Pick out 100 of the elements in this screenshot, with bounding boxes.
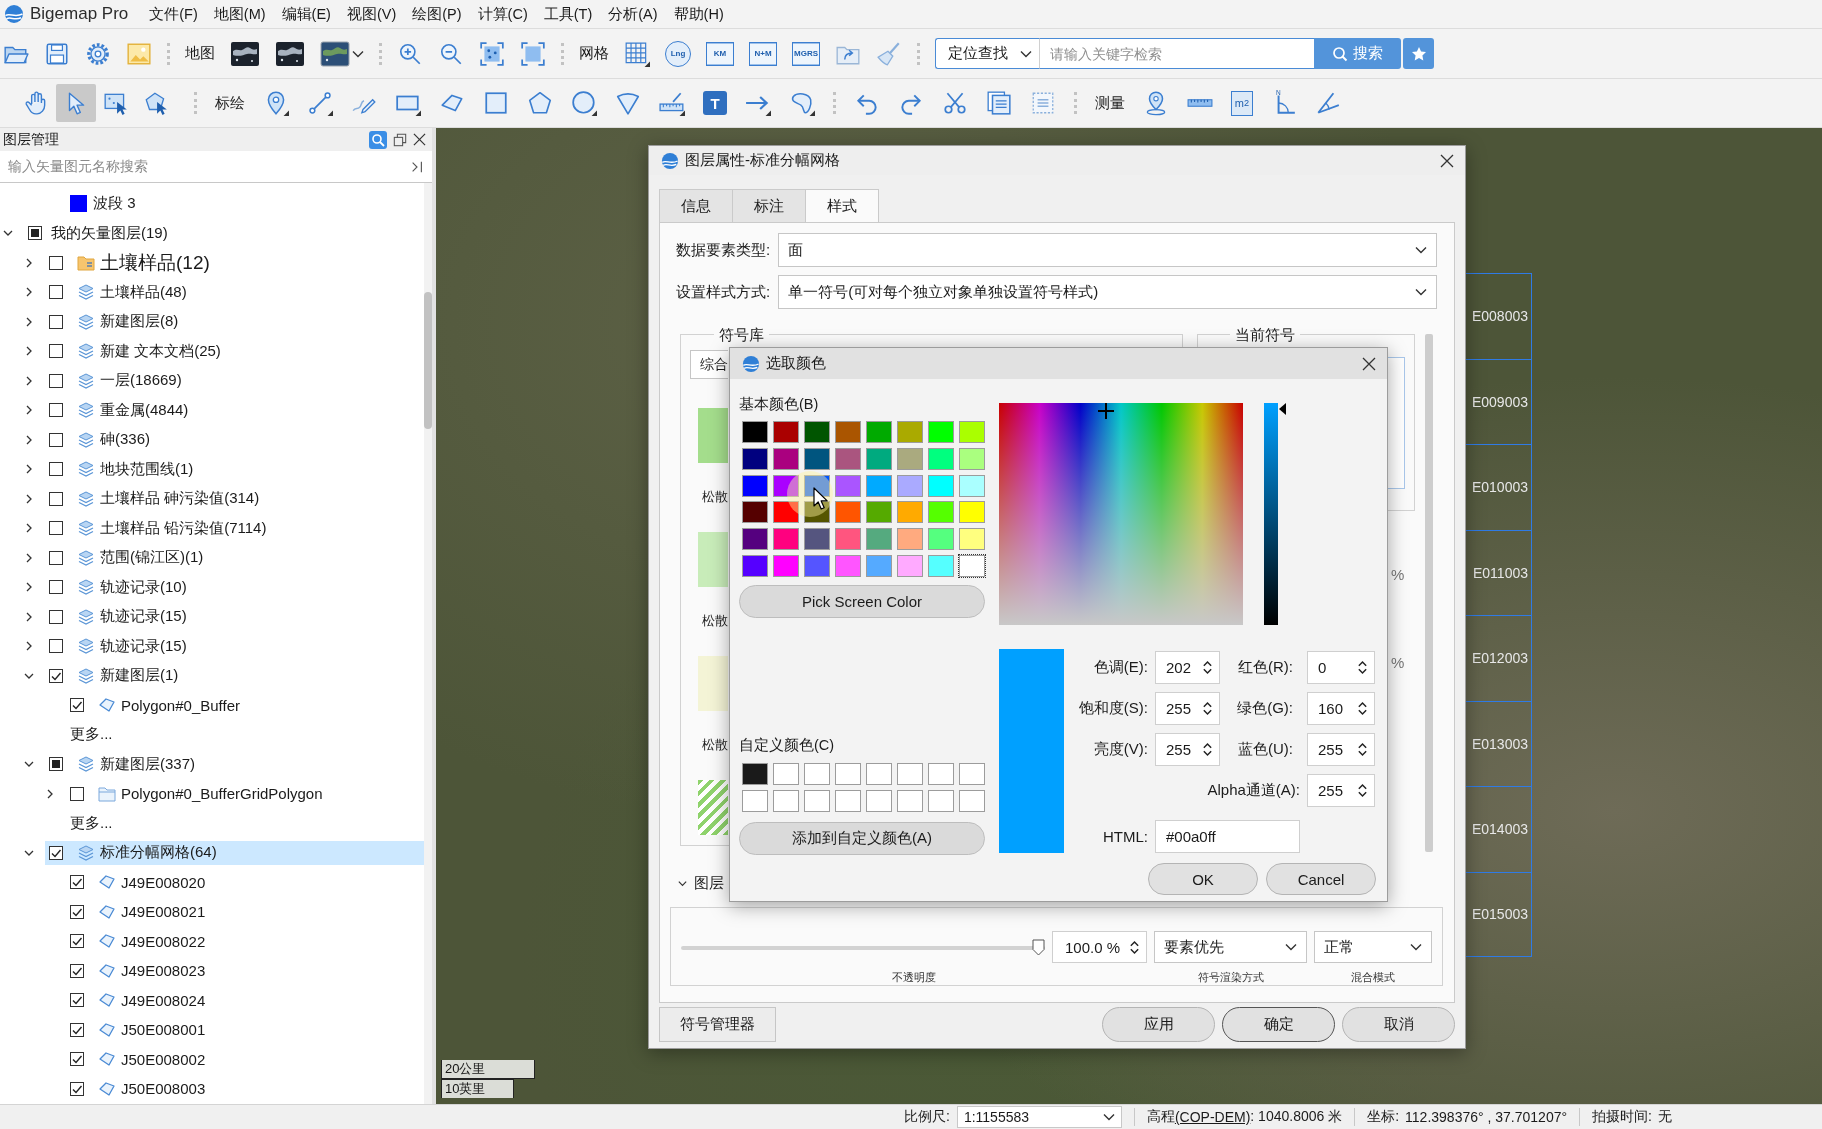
- checkbox[interactable]: [49, 255, 63, 270]
- number-spinbox[interactable]: 255: [1307, 733, 1375, 766]
- slider-thumb[interactable]: [1032, 938, 1045, 956]
- color-swatch[interactable]: [802, 762, 831, 787]
- copy-icon[interactable]: [986, 90, 1012, 116]
- checkbox[interactable]: [49, 609, 63, 624]
- tree-item[interactable]: 更多...: [66, 811, 119, 836]
- checkbox[interactable]: [49, 580, 63, 595]
- color-swatch[interactable]: [802, 553, 831, 578]
- tree-item[interactable]: 土壤样品(48): [45, 280, 193, 305]
- tree-item[interactable]: J50E008003: [66, 1076, 212, 1101]
- checkbox[interactable]: [49, 344, 63, 359]
- color-swatch[interactable]: [926, 420, 955, 445]
- search-scope-dropdown[interactable]: 定位查找: [935, 38, 1042, 69]
- menu-item[interactable]: 计算(C): [477, 4, 528, 24]
- tree-item[interactable]: 轨迹记录(15): [45, 634, 193, 659]
- color-swatch[interactable]: [895, 527, 924, 552]
- color-swatch[interactable]: [771, 447, 800, 472]
- checkbox[interactable]: [49, 550, 63, 565]
- color-swatch[interactable]: [895, 447, 924, 472]
- menu-item[interactable]: 工具(T): [543, 4, 593, 24]
- color-swatch[interactable]: [957, 447, 986, 472]
- tree-item[interactable]: J49E008024: [66, 988, 212, 1013]
- checkbox[interactable]: [49, 521, 63, 536]
- add-custom-color-button[interactable]: 添加到自定义颜色(A): [739, 821, 985, 855]
- color-swatch[interactable]: [957, 527, 986, 552]
- brightness-slider[interactable]: [1264, 403, 1286, 625]
- tree-item[interactable]: 一层(18669): [45, 368, 188, 393]
- sector-icon[interactable]: [615, 90, 641, 116]
- color-swatch[interactable]: [895, 473, 924, 498]
- color-swatch[interactable]: [864, 553, 893, 578]
- checkbox[interactable]: [49, 639, 63, 654]
- color-swatch[interactable]: [926, 789, 955, 814]
- color-swatch[interactable]: [957, 553, 986, 578]
- caret-down-icon[interactable]: [352, 49, 364, 58]
- tree-item[interactable]: Polygon#0_BufferGridPolygon: [66, 781, 329, 806]
- square-grid-button[interactable]: KM: [706, 41, 734, 66]
- close-icon[interactable]: [413, 133, 426, 146]
- color-swatch[interactable]: [740, 500, 769, 525]
- color-swatch[interactable]: [926, 762, 955, 787]
- tree-item[interactable]: 新建图层(337): [45, 752, 202, 777]
- close-icon[interactable]: [1362, 356, 1376, 371]
- number-spinbox[interactable]: 255: [1155, 692, 1220, 725]
- menu-item[interactable]: 分析(A): [608, 4, 658, 24]
- color-swatch[interactable]: [740, 553, 769, 578]
- menu-item[interactable]: 编辑(E): [281, 4, 331, 24]
- dropdown[interactable]: 面: [778, 233, 1437, 267]
- dialog-button[interactable]: OK: [1148, 863, 1258, 895]
- checkbox[interactable]: [49, 285, 63, 300]
- color-swatch[interactable]: [957, 420, 986, 445]
- dialog-button[interactable]: Cancel: [1266, 863, 1376, 895]
- slider-thumb[interactable]: [1279, 403, 1286, 415]
- color-swatch[interactable]: [771, 789, 800, 814]
- color-swatch[interactable]: [833, 420, 862, 445]
- color-swatch[interactable]: [926, 553, 955, 578]
- globe-grid-button[interactable]: Lng: [665, 40, 691, 67]
- favorite-button[interactable]: [1403, 38, 1434, 69]
- tab[interactable]: 标注: [732, 189, 806, 223]
- number-spinbox[interactable]: 0: [1307, 651, 1375, 684]
- tree-item[interactable]: J49E008021: [66, 899, 212, 924]
- checkbox[interactable]: [70, 875, 84, 890]
- tree-item[interactable]: 波段 3: [66, 191, 142, 216]
- grid-icon[interactable]: [624, 40, 650, 67]
- color-swatch[interactable]: [833, 789, 862, 814]
- tree-item[interactable]: Polygon#0_Buffer: [66, 693, 246, 718]
- tree-item[interactable]: 土壤样品(12): [45, 250, 216, 275]
- color-swatch[interactable]: [740, 420, 769, 445]
- color-swatch[interactable]: [771, 527, 800, 552]
- tree-item[interactable]: 土壤样品 铅污染值(7114): [45, 516, 273, 541]
- color-swatch[interactable]: [864, 527, 893, 552]
- color-swatch[interactable]: [895, 762, 924, 787]
- color-swatch[interactable]: [740, 527, 769, 552]
- dropdown[interactable]: 单一符号(可对每个独立对象单独设置符号样式): [778, 275, 1437, 309]
- tree-item[interactable]: 轨迹记录(15): [45, 604, 193, 629]
- color-swatch[interactable]: [864, 420, 893, 445]
- square-grid-button[interactable]: MGRS: [792, 41, 820, 66]
- color-swatch[interactable]: [771, 762, 800, 787]
- blend-mode-dropdown[interactable]: 正常: [1314, 931, 1432, 963]
- render-mode-dropdown[interactable]: 要素优先: [1154, 931, 1307, 963]
- number-spinbox[interactable]: 160: [1307, 692, 1375, 725]
- tree-item[interactable]: J49E008020: [66, 870, 212, 895]
- color-swatch[interactable]: [740, 447, 769, 472]
- tree-item[interactable]: 范围(锦江区)(1): [45, 545, 210, 570]
- color-swatch[interactable]: [802, 527, 831, 552]
- color-swatch[interactable]: [957, 789, 986, 814]
- checkbox[interactable]: [70, 1081, 84, 1096]
- dotted-frame-icon[interactable]: [479, 40, 505, 67]
- color-swatch[interactable]: [833, 473, 862, 498]
- color-swatch[interactable]: [864, 473, 893, 498]
- html-color-field[interactable]: #00a0ff: [1155, 820, 1300, 853]
- ruler-pen-icon[interactable]: [659, 90, 685, 116]
- number-spinbox[interactable]: 255: [1307, 774, 1375, 807]
- satellite-map-icon[interactable]: [320, 40, 350, 67]
- menu-item[interactable]: 文件(F): [149, 4, 198, 24]
- dialog-button[interactable]: 确定: [1222, 1007, 1335, 1042]
- checkbox[interactable]: [70, 1052, 84, 1067]
- checkbox[interactable]: [70, 786, 84, 801]
- color-swatch[interactable]: [771, 473, 800, 498]
- collapse-panel-icon[interactable]: [410, 159, 424, 174]
- color-swatch[interactable]: [864, 762, 893, 787]
